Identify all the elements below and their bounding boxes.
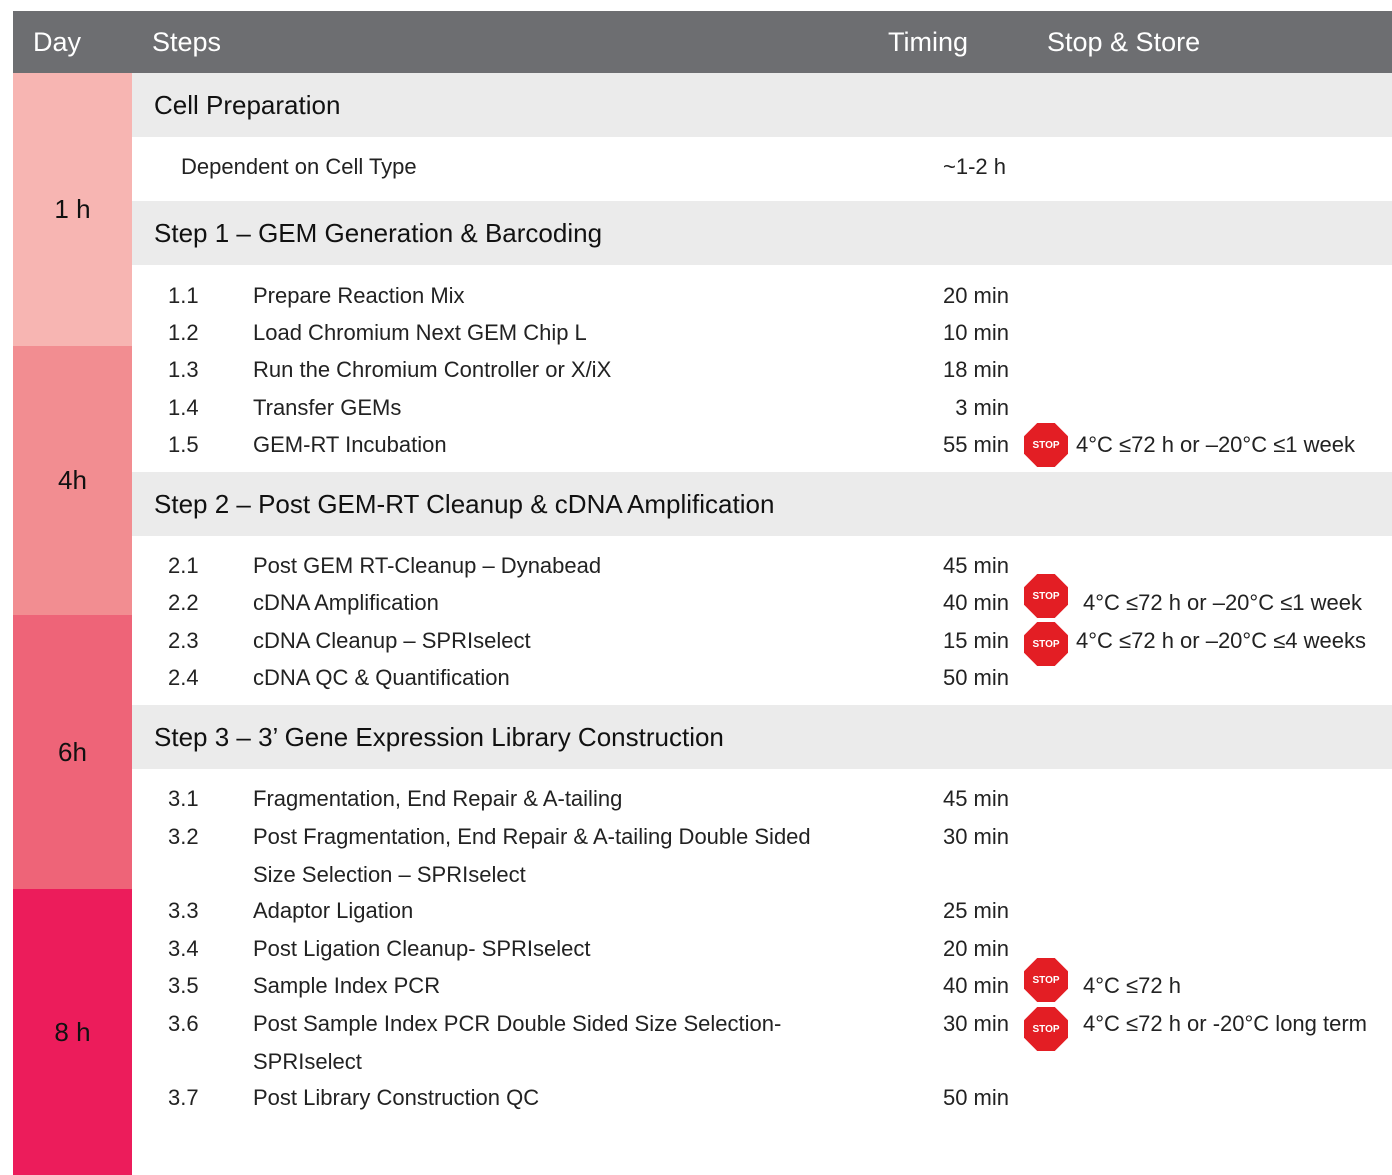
header-timing: Timing <box>888 27 969 57</box>
step-timing: 50 min <box>942 1085 1009 1110</box>
step-name: Fragmentation, End Repair & A-tailing <box>253 786 623 811</box>
storage-condition: 4°C ≤72 h or –20°C ≤1 week <box>1083 590 1362 615</box>
step-timing: 40 min <box>942 590 1009 615</box>
step-timing: 25 min <box>942 898 1009 923</box>
step-number: 1.3 <box>168 357 199 382</box>
day-label: 6h <box>58 736 87 767</box>
step-timing: 15 min <box>942 628 1009 653</box>
step-number: 2.1 <box>168 553 199 578</box>
step-name: GEM-RT Incubation <box>253 432 447 457</box>
day-block-2: 4h <box>13 346 132 615</box>
section-title: Step 2 – Post GEM-RT Cleanup & cDNA Ampl… <box>154 489 775 519</box>
step-number: 3.2 <box>168 824 199 849</box>
step-number: 3.1 <box>168 786 199 811</box>
section-title: Cell Preparation <box>154 90 341 120</box>
step-number: 2.2 <box>168 590 199 615</box>
step-name: Post Fragmentation, End Repair & A-taili… <box>253 824 811 887</box>
step-number: 3.7 <box>168 1085 199 1110</box>
step-timing: ~1-2 h <box>943 154 1006 179</box>
step-timing: 55 min <box>942 432 1009 457</box>
step-timing: 45 min <box>942 553 1009 578</box>
step-number: 3.6 <box>168 1011 199 1036</box>
section-step-2: Step 2 – Post GEM-RT Cleanup & cDNA Ampl… <box>132 472 1392 536</box>
step-timing: 30 min <box>942 1011 1009 1036</box>
step-number: 1.4 <box>168 395 199 420</box>
stop-sign-label: STOP <box>1032 439 1060 451</box>
step-timing: 20 min <box>942 283 1009 308</box>
stop-sign-icon: STOP <box>1024 1007 1068 1051</box>
step-timing: 3 min <box>955 395 1009 420</box>
step-number: 1.2 <box>168 320 199 345</box>
step-name: Load Chromium Next GEM Chip L <box>253 320 587 345</box>
step-number: 3.5 <box>168 973 199 998</box>
step-name: Run the Chromium Controller or X/iX <box>253 357 612 382</box>
step-name: Transfer GEMs <box>253 395 402 420</box>
step-timing: 40 min <box>942 973 1009 998</box>
day-label: 8 h <box>54 1016 91 1047</box>
step-name: Adaptor Ligation <box>253 898 414 923</box>
step-number: 3.3 <box>168 898 199 923</box>
day-block-3: 6h <box>13 615 132 889</box>
step-number: 1.5 <box>168 432 199 457</box>
stop-sign-icon: STOP <box>1024 574 1068 618</box>
section-cell-preparation: Cell Preparation <box>132 73 1392 137</box>
section-title: Step 1 – GEM Generation & Barcoding <box>154 218 603 248</box>
step-name: Post Ligation Cleanup- SPRIselect <box>253 936 591 961</box>
step-name: Sample Index PCR <box>253 973 441 998</box>
step-timing: 30 min <box>942 824 1009 849</box>
step-name: cDNA Amplification <box>253 590 439 615</box>
step-name: cDNA Cleanup – SPRIselect <box>253 628 531 653</box>
step-name: Post Sample Index PCR Double Sided Size … <box>253 1011 782 1074</box>
step-timing: 18 min <box>942 357 1009 382</box>
storage-condition: 4°C ≤72 h or –20°C ≤1 week <box>1076 432 1355 457</box>
stop-sign-icon: STOP <box>1024 958 1068 1002</box>
section-step-3: Step 3 – 3’ Gene Expression Library Cons… <box>132 705 1392 769</box>
storage-condition: 4°C ≤72 h or -20°C long term <box>1083 1011 1368 1036</box>
step-timing: 10 min <box>942 320 1009 345</box>
step-name: Post Library Construction QC <box>253 1085 540 1110</box>
step-name: Prepare Reaction Mix <box>253 283 465 308</box>
day-block-4: 8 h <box>13 889 132 1175</box>
step-name: Post GEM RT-Cleanup – Dynabead <box>253 553 602 578</box>
stop-sign-icon: STOP <box>1024 622 1068 666</box>
day-block-1: 1 h <box>13 73 132 346</box>
step-number: 3.4 <box>168 936 199 961</box>
section-step-1: Step 1 – GEM Generation & Barcoding <box>132 201 1392 265</box>
storage-condition: 4°C ≤72 h or –20°C ≤4 weeks <box>1076 628 1366 653</box>
header-steps: Steps <box>152 27 222 57</box>
day-label: 1 h <box>54 194 91 224</box>
stop-sign-icon: STOP <box>1024 423 1068 467</box>
step-name: cDNA QC & Quantification <box>253 665 510 690</box>
step-number: 2.4 <box>168 665 199 690</box>
section-title: Step 3 – 3’ Gene Expression Library Cons… <box>154 722 724 752</box>
storage-condition: 4°C ≤72 h <box>1083 973 1181 998</box>
step-number: 1.1 <box>168 283 199 308</box>
step-number: 2.3 <box>168 628 199 653</box>
stop-sign-label: STOP <box>1032 1023 1060 1035</box>
stop-sign-label: STOP <box>1032 638 1060 650</box>
step-timing: 45 min <box>942 786 1009 811</box>
stop-sign-label: STOP <box>1032 974 1060 986</box>
step-name: Dependent on Cell Type <box>181 154 417 179</box>
table-header: Day Steps Timing Stop & Store <box>13 11 1392 73</box>
stop-sign-label: STOP <box>1032 590 1060 602</box>
step-timing: 20 min <box>942 936 1009 961</box>
header-stop-store: Stop & Store <box>1047 27 1201 57</box>
day-label: 4h <box>58 465 87 495</box>
step-timing: 50 min <box>942 665 1009 690</box>
header-day: Day <box>33 27 82 57</box>
